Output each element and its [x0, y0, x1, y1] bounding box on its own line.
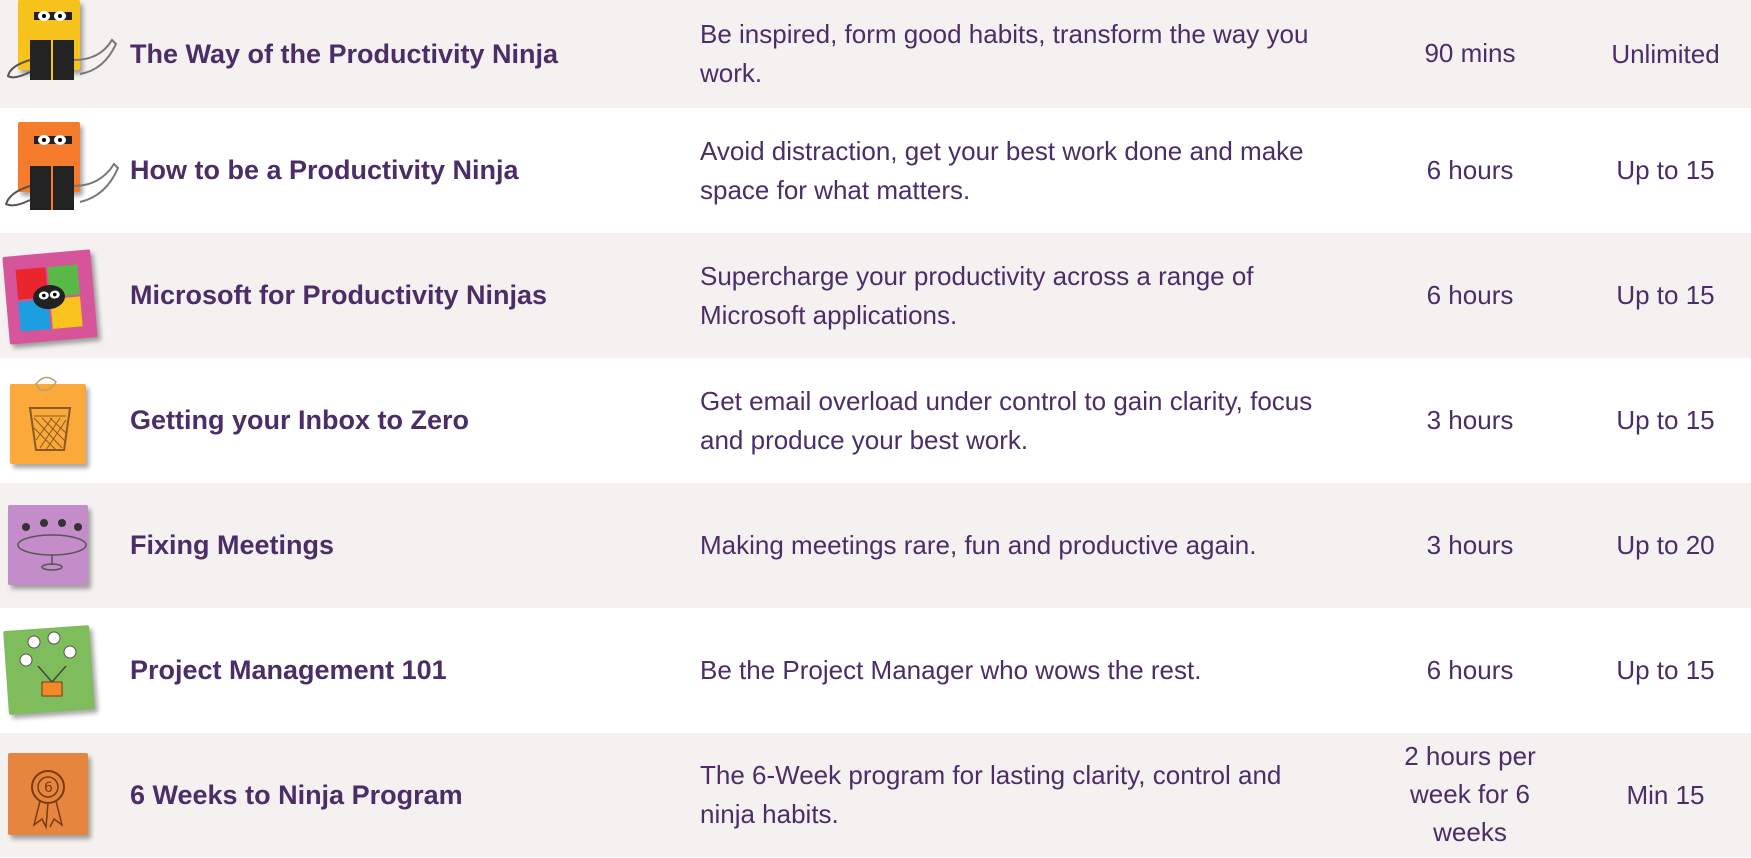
course-row: Microsoft for Productivity Ninjas Superc…: [0, 233, 1751, 358]
course-title[interactable]: The Way of the Productivity Ninja: [130, 38, 700, 70]
course-group-size: Min 15: [1626, 779, 1705, 810]
course-description: The 6-Week program for lasting clarity, …: [700, 760, 1282, 829]
course-group-size: Up to 20: [1616, 530, 1715, 560]
course-duration: 3 hours: [1426, 529, 1514, 560]
course-description: Be the Project Manager who wows the rest…: [700, 655, 1202, 685]
course-description: Making meetings rare, fun and productive…: [700, 530, 1257, 560]
course-group-size: Unlimited: [1611, 38, 1720, 69]
course-row: The Way of the Productivity Ninja Be ins…: [0, 0, 1751, 108]
course-row: Fixing Meetings Making meetings rare, fu…: [0, 483, 1751, 608]
course-duration: 90 mins: [1424, 38, 1516, 69]
course-title[interactable]: Microsoft for Productivity Ninjas: [130, 279, 700, 311]
course-row: How to be a Productivity Ninja Avoid dis…: [0, 108, 1751, 233]
ninja-reading-icon: [0, 0, 130, 108]
course-description: Be inspired, form good habits, transform…: [700, 19, 1309, 88]
course-duration: 6 hours: [1426, 154, 1514, 185]
course-row: Project Management 101 Be the Project Ma…: [0, 608, 1751, 733]
course-table: The Way of the Productivity Ninja Be ins…: [0, 0, 1751, 858]
rosette-six-icon: 6: [0, 733, 130, 857]
course-duration: 2 hours per week for 6 weeks: [1404, 741, 1536, 847]
course-title[interactable]: Fixing Meetings: [130, 529, 700, 561]
course-title[interactable]: Project Management 101: [130, 654, 700, 686]
project-clips-icon: [0, 608, 130, 733]
course-title[interactable]: Getting your Inbox to Zero: [130, 404, 700, 436]
course-group-size: Up to 15: [1616, 280, 1715, 310]
course-title[interactable]: How to be a Productivity Ninja: [130, 154, 700, 186]
course-row: Getting your Inbox to Zero Get email ove…: [0, 358, 1751, 483]
course-description: Get email overload under control to gain…: [700, 385, 1313, 455]
course-row: 6 6 Weeks to Ninja Program The 6-Week pr…: [0, 733, 1751, 857]
course-title[interactable]: 6 Weeks to Ninja Program: [130, 779, 700, 811]
course-duration: 6 hours: [1426, 654, 1514, 685]
course-description: Supercharge your productivity across a r…: [700, 260, 1254, 330]
ninja-reading-icon: [0, 108, 130, 233]
course-group-size: Up to 15: [1616, 405, 1715, 435]
course-duration: 6 hours: [1426, 279, 1514, 310]
course-description: Avoid distraction, get your best work do…: [700, 135, 1304, 205]
svg-text:6: 6: [44, 780, 53, 796]
meeting-table-icon: [0, 483, 130, 608]
ninja-windows-icon: [0, 233, 130, 358]
course-group-size: Up to 15: [1616, 655, 1715, 685]
course-group-size: Up to 15: [1616, 155, 1715, 185]
course-duration: 3 hours: [1426, 404, 1514, 435]
wastebasket-icon: [0, 358, 130, 483]
